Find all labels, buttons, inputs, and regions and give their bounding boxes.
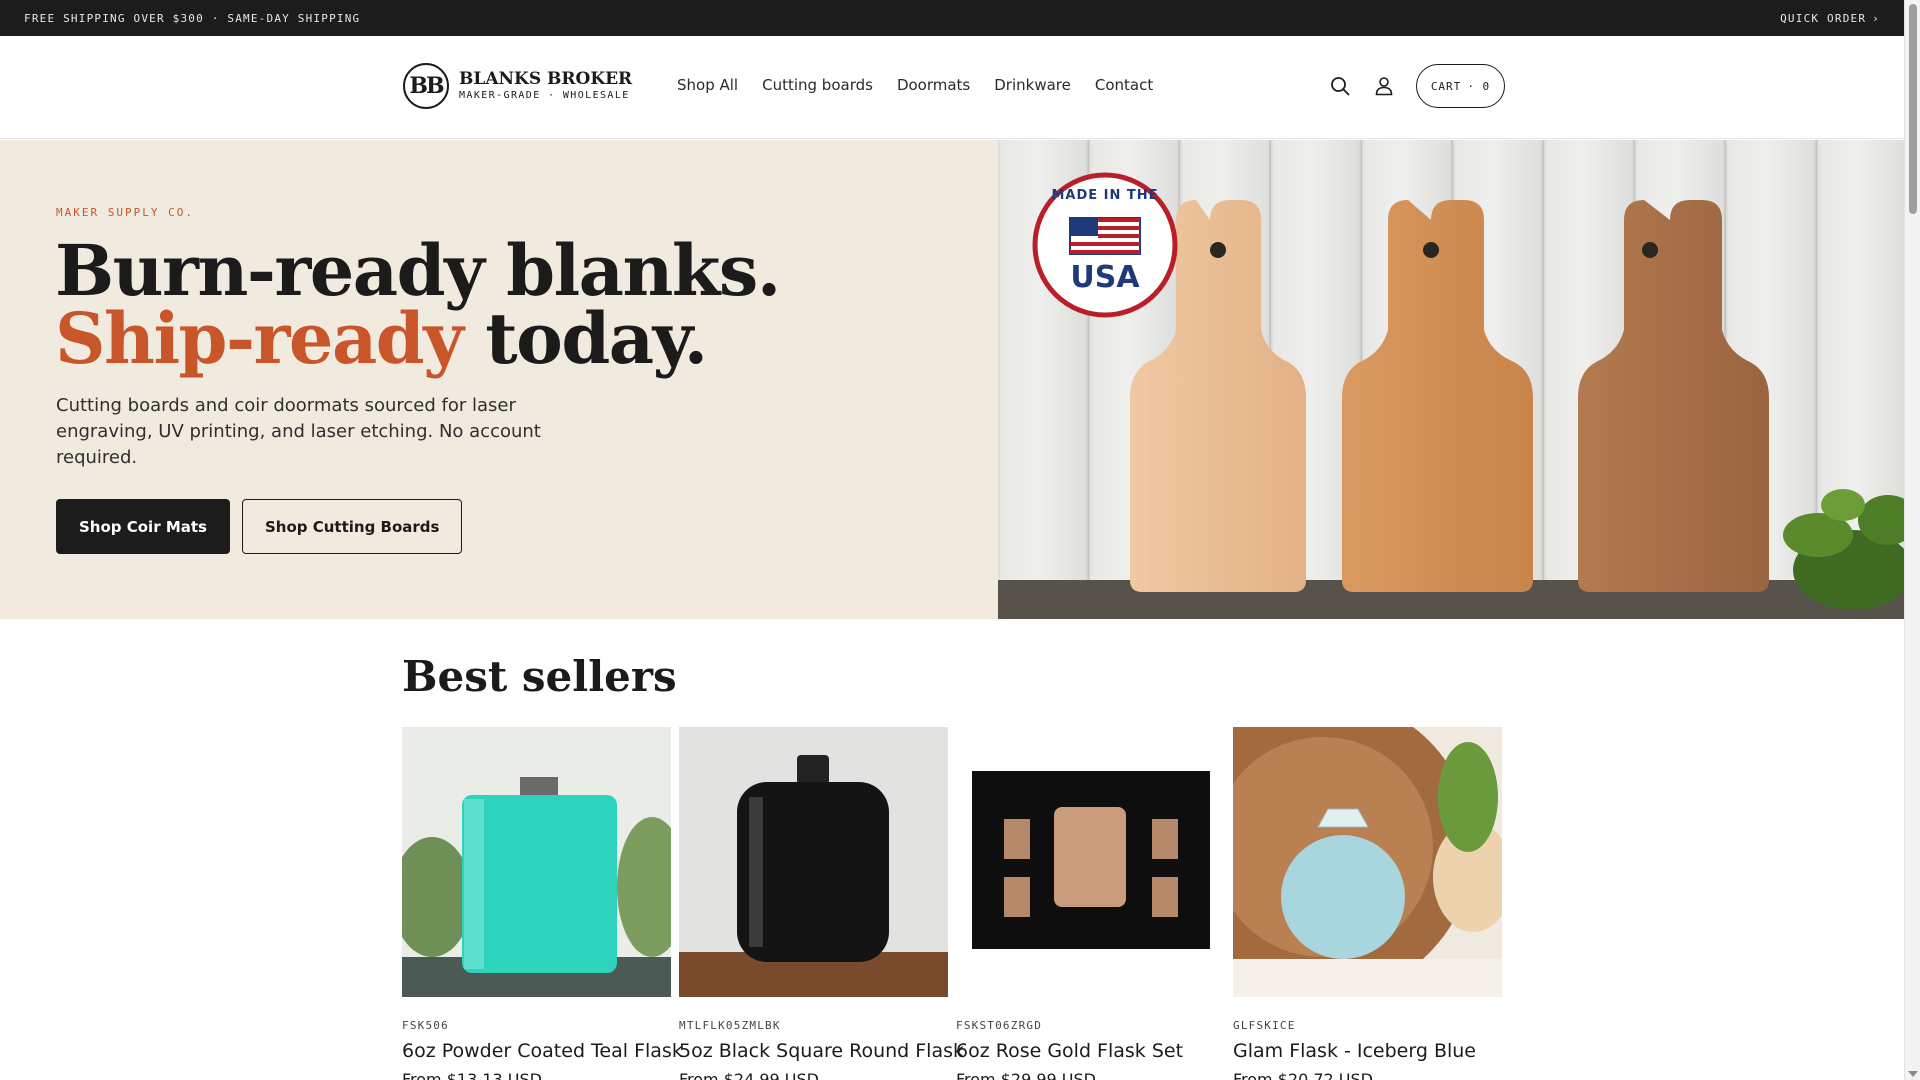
product-image-glam-flask[interactable] xyxy=(1233,727,1502,997)
product-sku: GLFSKICE xyxy=(1233,1019,1296,1032)
product-card[interactable]: MTLFLK05ZMLBK 5oz Black Square Round Fla… xyxy=(679,727,964,1080)
hero-image: MADE IN THE USA xyxy=(998,140,1904,619)
brand-tagline: MAKER-GRADE · WHOLESALE xyxy=(459,90,630,101)
logo-mark: BB xyxy=(403,63,449,109)
header-actions: CART · 0 xyxy=(1328,64,1505,108)
nav-contact[interactable]: Contact xyxy=(1095,76,1153,94)
product-price: From $29.99 USD xyxy=(956,1070,1096,1080)
cart-button[interactable]: CART · 0 xyxy=(1416,64,1505,108)
product-card[interactable]: GLFSKICE Glam Flask - Iceberg Blue From … xyxy=(1233,727,1502,1080)
quick-order-label: QUICK ORDER xyxy=(1780,11,1867,25)
announcement-text: FREE SHIPPING OVER $300 · SAME-DAY SHIPP… xyxy=(24,11,361,25)
product-title[interactable]: 5oz Black Square Round Flask xyxy=(679,1040,964,1062)
hero-title: Burn-ready blanks. Ship-ready today. xyxy=(55,236,915,374)
product-grid: FSK506 6oz Powder Coated Teal Flask From… xyxy=(402,727,1502,1080)
logo[interactable]: BB BLANKS BROKER MAKER-GRADE · WHOLESALE xyxy=(403,63,632,109)
product-sku: FSKST06ZRGD xyxy=(956,1019,1043,1032)
hero-buttons: Shop Coir Mats Shop Cutting Boards xyxy=(56,499,463,554)
search-icon[interactable] xyxy=(1328,74,1352,98)
nav-shop-all[interactable]: Shop All xyxy=(677,76,738,94)
cutting-board-2 xyxy=(1342,200,1533,592)
product-title[interactable]: Glam Flask - Iceberg Blue xyxy=(1233,1040,1502,1062)
product-image-rose-gold-set[interactable] xyxy=(956,727,1225,997)
product-price: From $24.99 USD xyxy=(679,1070,819,1080)
product-image-teal-flask[interactable] xyxy=(402,727,671,997)
user-icon[interactable] xyxy=(1372,74,1396,98)
product-image-black-flask[interactable] xyxy=(679,727,948,997)
product-card[interactable]: FSKST06ZRGD 6oz Rose Gold Flask Set From… xyxy=(956,727,1225,1080)
nav-cutting-boards[interactable]: Cutting boards xyxy=(762,76,873,94)
hero-subtitle: Cutting boards and coir doormats sourced… xyxy=(56,395,541,468)
scroll-down-arrow-icon[interactable] xyxy=(1908,1071,1918,1077)
hero-eyebrow: MAKER SUPPLY CO. xyxy=(56,206,194,219)
hero-title-accent: Ship-ready xyxy=(55,297,464,380)
shop-cutting-boards-button[interactable]: Shop Cutting Boards xyxy=(241,499,463,554)
chevron-right-icon: › xyxy=(1872,11,1880,25)
badge-usa-text: USA xyxy=(1070,260,1140,295)
best-sellers-title: Best sellers xyxy=(402,652,677,701)
quick-order-link[interactable]: QUICK ORDER › xyxy=(1780,12,1880,25)
nav-drinkware[interactable]: Drinkware xyxy=(994,76,1071,94)
product-title[interactable]: 6oz Rose Gold Flask Set xyxy=(956,1040,1225,1062)
product-title[interactable]: 6oz Powder Coated Teal Flask xyxy=(402,1040,683,1062)
product-sku: MTLFLK05ZMLBK xyxy=(679,1019,781,1032)
brand-name: BLANKS BROKER xyxy=(459,69,633,89)
badge-top-text: MADE IN THE xyxy=(1051,188,1159,203)
cart-count: · 0 xyxy=(1467,79,1491,93)
page-scrollbar[interactable] xyxy=(1904,0,1920,1080)
hero-section: MAKER SUPPLY CO. Burn-ready blanks. Ship… xyxy=(0,140,998,619)
product-sku: FSK506 xyxy=(402,1019,449,1032)
product-price: From $20.72 USD xyxy=(1233,1070,1373,1080)
cutting-board-3 xyxy=(1578,200,1769,592)
product-price: From $13.13 USD xyxy=(402,1070,542,1080)
announcement-bar: FREE SHIPPING OVER $300 · SAME-DAY SHIPP… xyxy=(0,0,1904,36)
site-header: BB BLANKS BROKER MAKER-GRADE · WHOLESALE… xyxy=(0,36,1904,139)
nav-doormats[interactable]: Doormats xyxy=(897,76,970,94)
product-card[interactable]: FSK506 6oz Powder Coated Teal Flask From… xyxy=(402,727,683,1080)
scrollbar-thumb[interactable] xyxy=(1909,4,1917,214)
main-nav: Shop All Cutting boards Doormats Drinkwa… xyxy=(677,76,1153,94)
cart-label: CART xyxy=(1430,79,1462,93)
hero-title-part2: today. xyxy=(462,297,708,380)
shop-coir-mats-button[interactable]: Shop Coir Mats xyxy=(56,499,230,554)
